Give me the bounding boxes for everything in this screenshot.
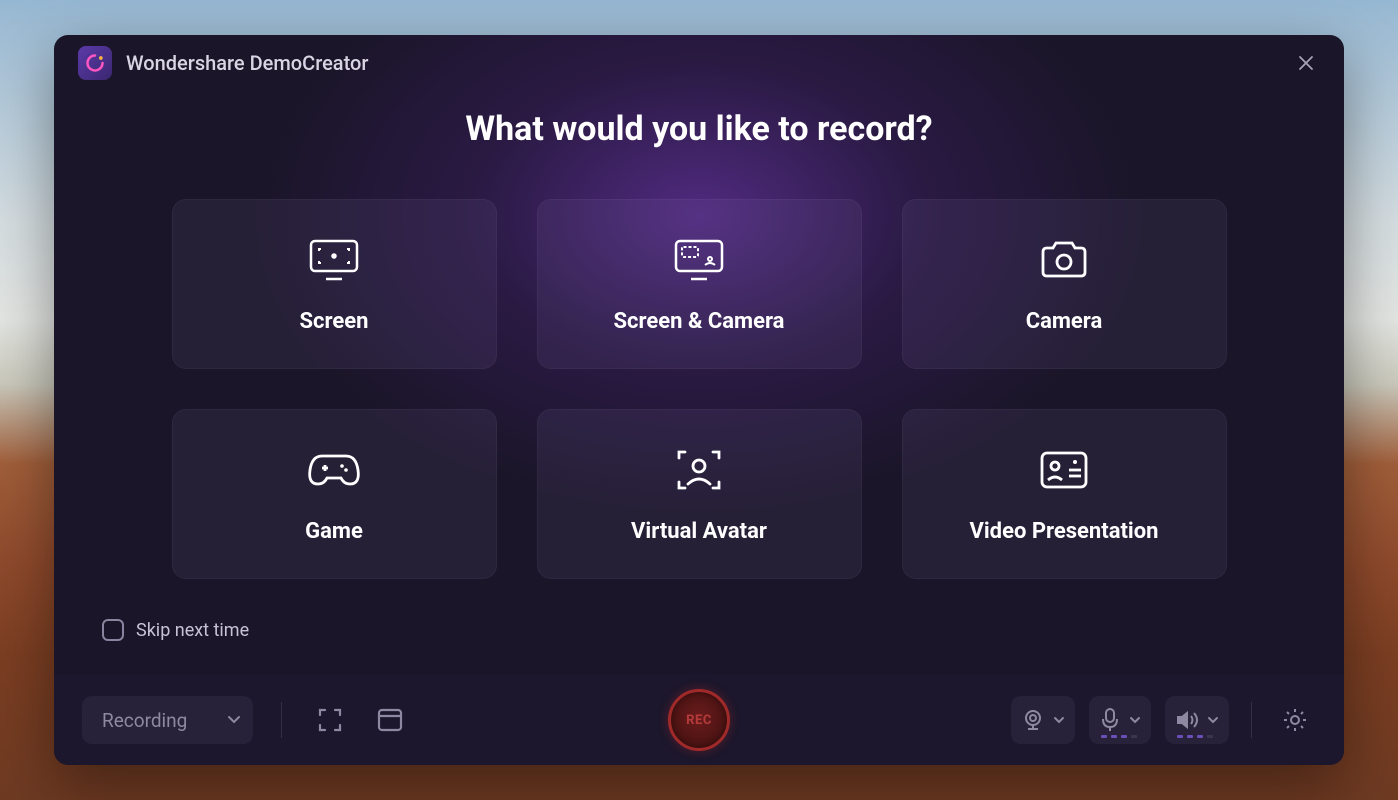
webcam-icon	[1021, 708, 1045, 732]
record-button-label: REC	[686, 713, 712, 728]
option-label: Screen	[300, 309, 369, 334]
right-controls	[1011, 696, 1316, 744]
system-audio-toggle[interactable]	[1165, 696, 1229, 744]
avatar-scan-icon	[671, 445, 727, 495]
option-label: Screen & Camera	[614, 309, 785, 334]
option-label: Video Presentation	[969, 519, 1158, 544]
mode-dropdown-label: Recording	[102, 709, 187, 732]
screen-icon	[306, 235, 362, 285]
fullscreen-region-button[interactable]	[310, 700, 350, 740]
chevron-down-icon	[1129, 716, 1141, 724]
divider	[1251, 702, 1252, 738]
game-controller-icon	[306, 445, 362, 495]
microphone-icon	[1099, 707, 1121, 733]
option-screen-camera[interactable]: Screen & Camera	[537, 199, 862, 369]
chevron-down-icon	[227, 715, 241, 725]
option-video-presentation[interactable]: Video Presentation	[902, 409, 1227, 579]
chevron-down-icon	[1053, 716, 1065, 724]
webcam-toggle[interactable]	[1011, 696, 1075, 744]
record-options-grid: Screen Screen & Camera Ca	[54, 199, 1344, 579]
skip-checkbox[interactable]	[102, 619, 124, 641]
option-screen[interactable]: Screen	[172, 199, 497, 369]
divider	[281, 702, 282, 738]
option-camera[interactable]: Camera	[902, 199, 1227, 369]
app-window: Wondershare DemoCreator What would you l…	[54, 35, 1344, 765]
skip-label: Skip next time	[136, 620, 249, 641]
mode-dropdown[interactable]: Recording	[82, 696, 253, 744]
bottom-toolbar: Recording REC	[54, 675, 1344, 765]
option-label: Virtual Avatar	[631, 519, 767, 544]
titlebar: Wondershare DemoCreator	[54, 35, 1344, 91]
option-label: Camera	[1026, 309, 1103, 334]
skip-next-time-row[interactable]: Skip next time	[102, 619, 1344, 641]
window-region-button[interactable]	[370, 700, 410, 740]
settings-button[interactable]	[1274, 699, 1316, 741]
app-title: Wondershare DemoCreator	[126, 51, 368, 75]
gear-icon	[1282, 707, 1308, 733]
presentation-icon	[1036, 445, 1092, 495]
mic-level-indicator	[1101, 735, 1137, 738]
audio-level-indicator	[1177, 735, 1213, 738]
option-game[interactable]: Game	[172, 409, 497, 579]
option-virtual-avatar[interactable]: Virtual Avatar	[537, 409, 862, 579]
record-button[interactable]: REC	[668, 689, 730, 751]
chevron-down-icon	[1207, 716, 1219, 724]
screen-camera-icon	[671, 235, 727, 285]
microphone-toggle[interactable]	[1089, 696, 1151, 744]
option-label: Game	[305, 519, 363, 544]
app-logo-icon	[78, 46, 112, 80]
speaker-icon	[1175, 709, 1199, 731]
close-button[interactable]	[1292, 49, 1320, 77]
dialog-question: What would you like to record?	[54, 109, 1344, 149]
camera-icon	[1036, 235, 1092, 285]
